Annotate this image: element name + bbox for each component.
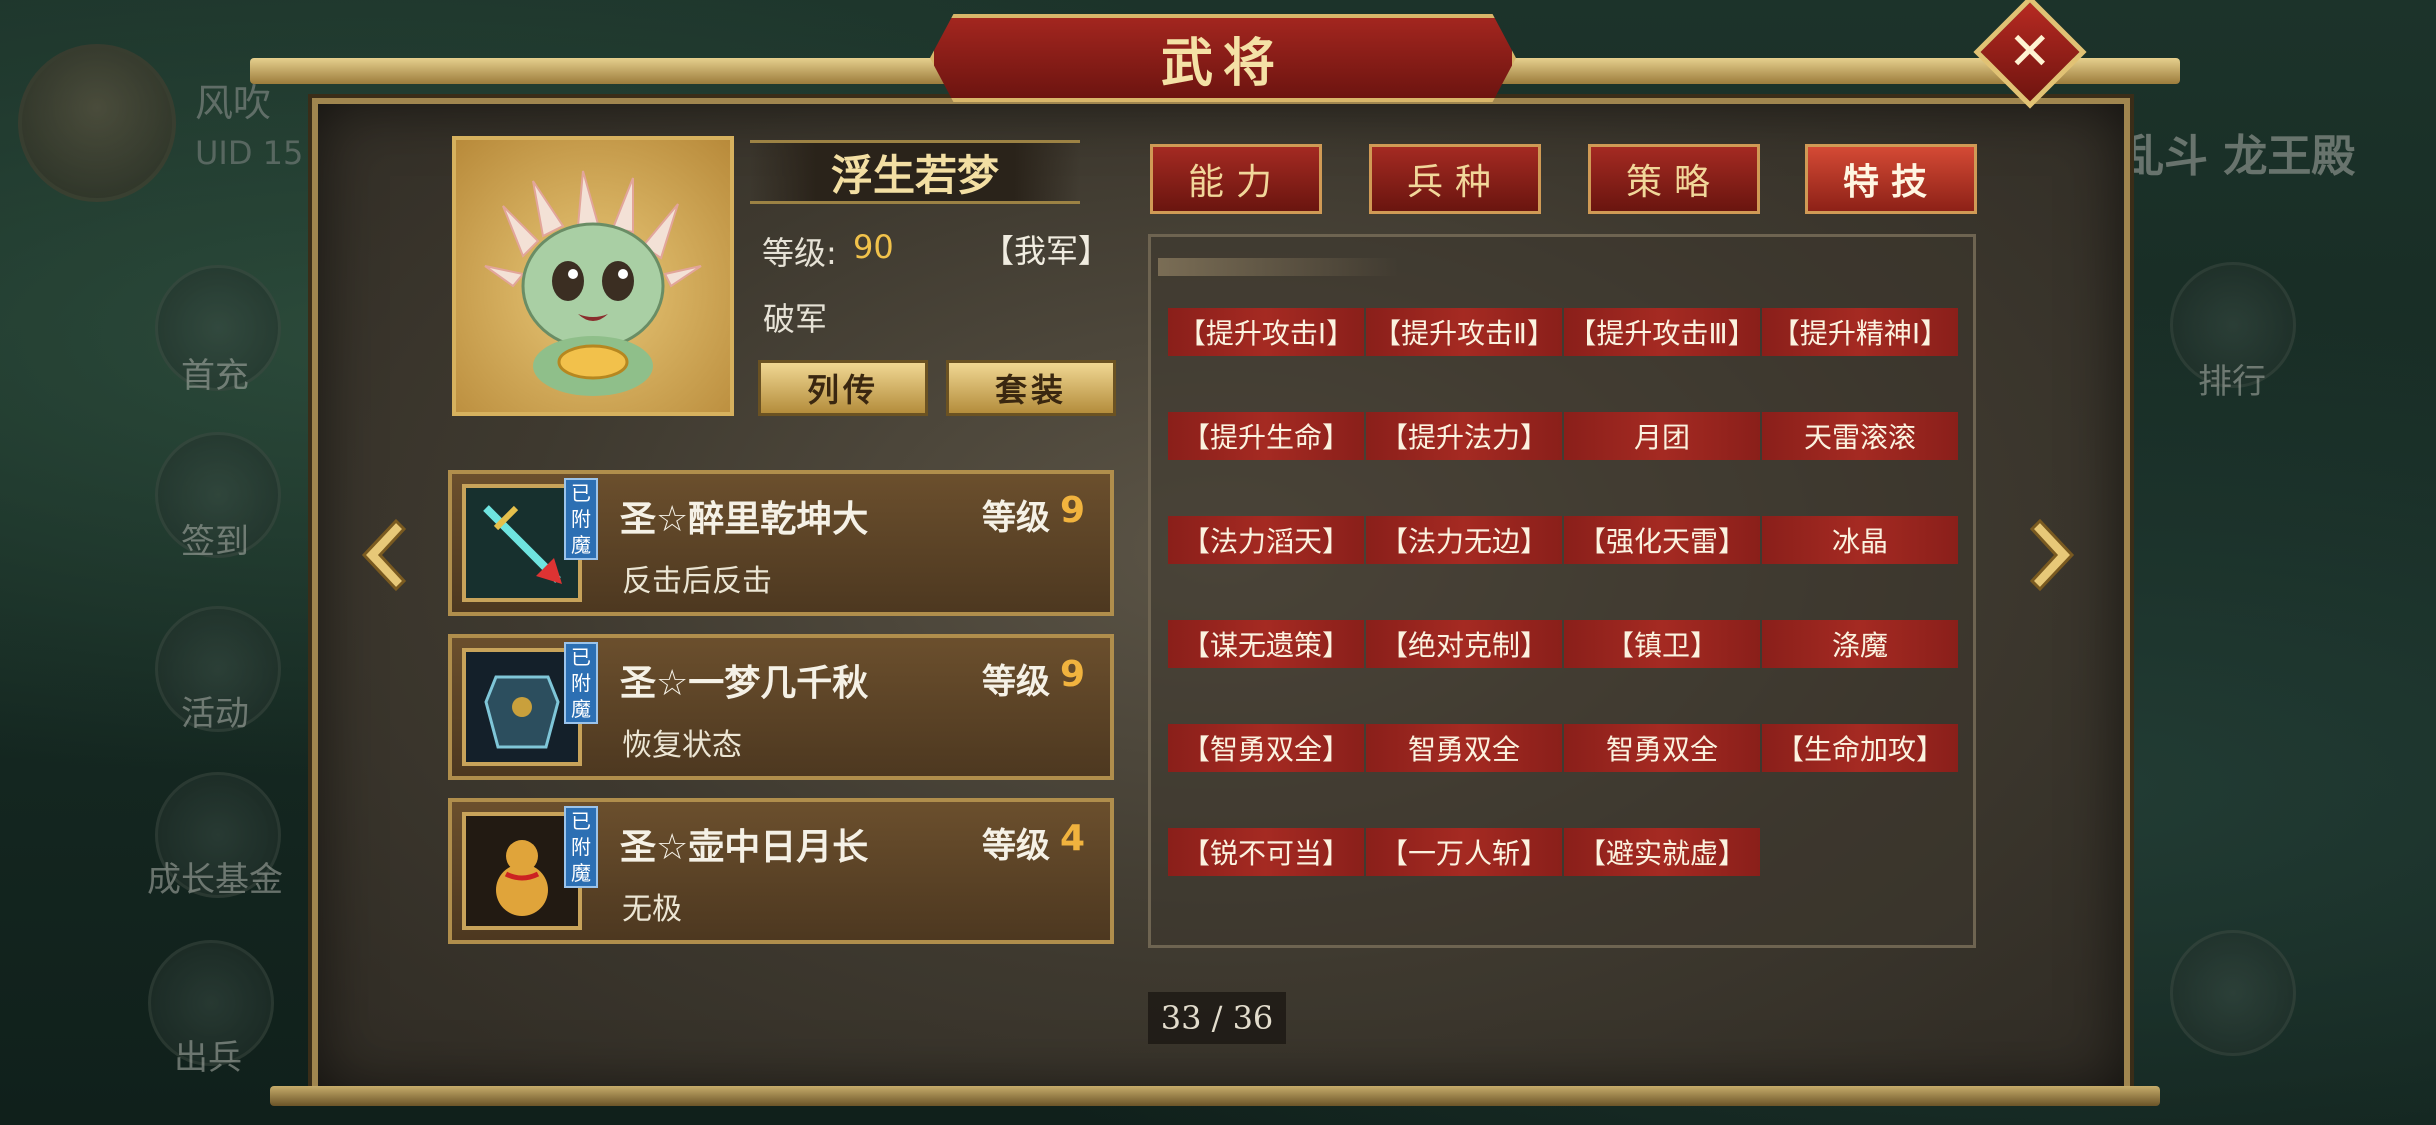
equipment-level-label: 等级: [982, 498, 1050, 538]
menu-icon: [2170, 930, 2296, 1056]
skill-chip[interactable]: 【法力无边】: [1366, 516, 1562, 564]
skills-panel-ornament: [1158, 258, 1398, 276]
sign-in-label: 签到: [181, 522, 249, 562]
skill-chip[interactable]: 【绝对克制】: [1366, 620, 1562, 668]
event-title: 乱斗 龙王殿: [2120, 131, 2356, 182]
equipment-slot[interactable]: 已附魔 圣☆壶中日月长 等级 4 无极: [448, 798, 1114, 944]
skill-chip[interactable]: 【一万人斩】: [1366, 828, 1562, 876]
skill-chip[interactable]: 【提升生命】: [1168, 412, 1364, 460]
equipment-level-label: 等级: [982, 662, 1050, 702]
skill-chip[interactable]: 【谋无遗策】: [1168, 620, 1364, 668]
equipment-set-button[interactable]: 套装: [946, 360, 1116, 416]
close-icon: ✕: [2008, 21, 2052, 82]
equipment-level: 9: [1060, 654, 1086, 695]
equipment-name: 圣☆醉里乾坤大: [620, 499, 869, 540]
player-uid: UID 15: [195, 134, 304, 172]
equipment-level: 4: [1060, 818, 1086, 859]
player-avatar: [18, 44, 176, 202]
equipment-level-label: 等级: [982, 826, 1050, 866]
general-faction: 破军: [763, 300, 828, 338]
tab-strategy[interactable]: 策略: [1588, 144, 1760, 214]
skill-chip[interactable]: 冰晶: [1762, 516, 1958, 564]
first-charge-label: 首充: [181, 356, 249, 396]
activity-label: 活动: [181, 694, 249, 734]
dialog-title-plate: 武将: [930, 14, 1516, 102]
general-name-plate: 浮生若梦: [750, 140, 1080, 204]
dialog-bottom-border: [270, 1086, 2160, 1106]
tab-ability[interactable]: 能力: [1150, 144, 1322, 214]
general-level-label: 等级:: [762, 234, 837, 272]
tab-troops[interactable]: 兵种: [1369, 144, 1541, 214]
equipment-effect: 恢复状态: [622, 728, 742, 763]
dispatch-label: 出兵: [174, 1038, 242, 1078]
general-portrait: [452, 136, 734, 416]
equipment-effect: 反击后反击: [622, 564, 772, 599]
skill-chip[interactable]: 智勇双全: [1366, 724, 1562, 772]
skill-chip[interactable]: 天雷滚滚: [1762, 412, 1958, 460]
skill-chip[interactable]: 【提升精神Ⅰ】: [1762, 308, 1958, 356]
previous-arrow-icon[interactable]: [356, 515, 416, 595]
biography-button[interactable]: 列传: [758, 360, 928, 416]
skill-chip[interactable]: 智勇双全: [1564, 724, 1760, 772]
enchanted-badge: 已附魔: [564, 806, 598, 888]
equipment-slot[interactable]: 已附魔 圣☆醉里乾坤大 等级 9 反击后反击: [448, 470, 1114, 616]
skill-chip[interactable]: 涤魔: [1762, 620, 1958, 668]
ranking-label: 排行: [2198, 362, 2266, 402]
next-arrow-icon[interactable]: [2020, 515, 2080, 595]
equipment-name: 圣☆一梦几千秋: [620, 663, 869, 704]
tab-special-skills[interactable]: 特技: [1805, 144, 1977, 214]
equipment-name: 圣☆壶中日月长: [620, 827, 869, 868]
skill-chip[interactable]: 【提升攻击Ⅲ】: [1564, 308, 1760, 356]
skill-chip[interactable]: 【强化天雷】: [1564, 516, 1760, 564]
page-indicator: 33 / 36: [1148, 992, 1286, 1044]
skill-chip[interactable]: 【提升攻击Ⅰ】: [1168, 308, 1364, 356]
equipment-effect: 无极: [622, 892, 682, 927]
skill-chip[interactable]: 月团: [1564, 412, 1760, 460]
skill-chip[interactable]: 【智勇双全】: [1168, 724, 1364, 772]
equipment-level: 9: [1060, 490, 1086, 531]
enchanted-badge: 已附魔: [564, 642, 598, 724]
skill-chip[interactable]: 【提升攻击Ⅱ】: [1366, 308, 1562, 356]
skill-chip[interactable]: 【避实就虚】: [1564, 828, 1760, 876]
skill-chip[interactable]: 【镇卫】: [1564, 620, 1760, 668]
general-name: 浮生若梦: [830, 150, 999, 200]
general-level-value: 90: [853, 228, 894, 266]
skill-chip[interactable]: 【法力滔天】: [1168, 516, 1364, 564]
growth-fund-label: 成长基金: [147, 860, 283, 900]
skill-chip[interactable]: 【生命加攻】: [1762, 724, 1958, 772]
dialog-title: 武将: [1160, 32, 1285, 94]
enchanted-badge: 已附魔: [564, 478, 598, 560]
general-camp: 【我军】: [982, 232, 1111, 270]
skill-chip[interactable]: 【提升法力】: [1366, 412, 1562, 460]
dragon-avatar-icon: [484, 171, 702, 397]
skill-chip[interactable]: 【锐不可当】: [1168, 828, 1364, 876]
equipment-slot[interactable]: 已附魔 圣☆一梦几千秋 等级 9 恢复状态: [448, 634, 1114, 780]
